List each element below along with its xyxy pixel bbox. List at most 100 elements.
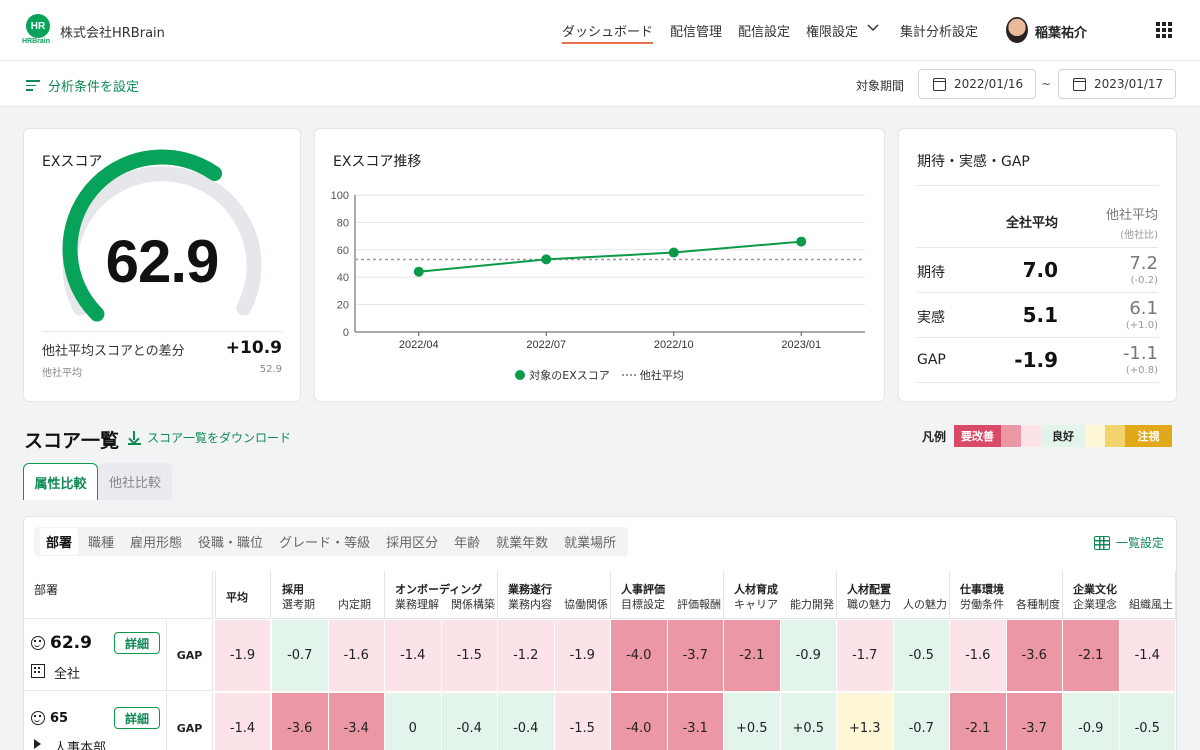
row-hr-division: 65 詳細 人事本部	[24, 693, 167, 750]
col-header-category: 人材配置 職の魅力 人の魅力	[837, 571, 950, 619]
score-cell: -0.5	[893, 620, 950, 691]
sub-category-name: 関係構築	[451, 598, 495, 611]
sub-category-name: 内定期	[338, 598, 371, 611]
building-icon	[31, 664, 45, 678]
other-diff: (-0.2)	[1130, 275, 1158, 286]
attr-tab-job-type[interactable]: 職種	[82, 528, 120, 555]
gap-card-title: 期待・実感・GAP	[917, 154, 1030, 170]
legend-swatch-light-yellow	[1085, 425, 1106, 447]
attr-tab-department[interactable]: 部署	[40, 528, 79, 555]
series-point	[413, 266, 424, 277]
other-diff: (+1.0)	[1125, 320, 1158, 331]
row-company-wide: 62.9 詳細 全社	[24, 620, 167, 691]
top-nav: HR HRBrain 株式会社HRBrain ダッシュボード 配信管理 配信設定…	[0, 0, 1200, 61]
company-name: 株式会社HRBrain	[60, 26, 165, 41]
score-cell: -3.7	[1006, 693, 1063, 750]
end-date: 2023/01/17	[1094, 77, 1164, 91]
app-grid-icon[interactable]	[1156, 22, 1172, 38]
attr-tab-workplace[interactable]: 就業場所	[558, 528, 622, 555]
row-label: 期待	[917, 265, 945, 281]
nav-dashboard[interactable]: ダッシュボード	[562, 21, 654, 44]
score-cell: -0.5	[1119, 693, 1176, 750]
sub-category-name: 組織風土	[1129, 598, 1173, 611]
score-cell-average: -1.4	[215, 693, 271, 750]
series-point	[541, 254, 552, 265]
other-value: 7.2	[1129, 253, 1158, 274]
logo-wordmark: HRBrain	[22, 38, 51, 45]
col-header-category: 採用 選考期 内定期	[272, 571, 385, 619]
col-header-category: 人事評価 目標設定 評価報酬	[611, 571, 724, 619]
company-value: 5.1	[1022, 303, 1058, 327]
sub-category-name: 職の魅力	[847, 598, 891, 611]
score-cell-average: -1.9	[215, 620, 271, 691]
analysis-filter-label: 分析条件を設定	[48, 80, 140, 95]
calendar-icon	[933, 77, 946, 91]
x-tick-label: 2022/04	[399, 339, 439, 351]
nav-aggregation-settings[interactable]: 集計分析設定	[900, 21, 978, 40]
x-tick-label: 2023/01	[781, 339, 821, 351]
download-icon	[128, 430, 141, 445]
sub-category-name: 能力開発	[790, 598, 834, 611]
col-avg-label: 平均	[226, 591, 248, 604]
legend-title: 凡例	[922, 429, 947, 444]
attr-tab-hiring-type[interactable]: 採用区分	[380, 528, 444, 555]
score-cell: -1.6	[950, 620, 1007, 691]
y-tick-label: 40	[337, 272, 349, 284]
attr-tab-position[interactable]: 役職・職位	[192, 528, 269, 555]
ex-score-diff: 他社平均スコアとの差分 +10.9 他社平均 52.9	[42, 331, 282, 379]
series-dot-icon	[515, 370, 526, 380]
attr-tab-tenure[interactable]: 就業年数	[490, 528, 554, 555]
gap-row-gap: GAP -1.9 -1.1 (+0.8)	[917, 338, 1158, 383]
gap-card: 期待・実感・GAP 全社平均 他社平均 (他社比) 期待 7.0 7.2 (-0…	[898, 128, 1177, 402]
download-score-list-link[interactable]: スコア一覧をダウンロード	[128, 429, 291, 446]
gap-table: 全社平均 他社平均 (他社比) 期待 7.0 7.2 (-0.2) 実感 5.1…	[917, 185, 1158, 383]
row-label: 実感	[917, 310, 945, 326]
hrbrain-logo[interactable]: HR HRBrain	[22, 14, 54, 46]
attr-tab-age[interactable]: 年齢	[448, 528, 486, 555]
nav-delivery-management[interactable]: 配信管理	[670, 21, 722, 40]
attr-tab-employment-type[interactable]: 雇用形態	[124, 528, 188, 555]
col-header-category: 業務遂行 業務内容 協働関係	[498, 571, 611, 619]
score-cell: -3.7	[667, 620, 724, 691]
score-cell: -0.7	[893, 693, 950, 750]
y-tick-label: 20	[337, 300, 349, 312]
score-table-card: 部署 職種 雇用形態 役職・職位 グレード・等級 採用区分 年齢 就業年数 就業…	[23, 516, 1177, 750]
category-name: 人材配置	[847, 583, 891, 596]
trend-chart: 0 20 40 60 80 100 2022/04 2022/07 2022/10 2023/01	[331, 190, 865, 351]
tab-other-company-comparison[interactable]: 他社比較	[98, 463, 172, 500]
list-settings-button[interactable]: 一覧設定	[1093, 534, 1164, 551]
sub-category-name: 選考期	[282, 598, 315, 611]
nav-delivery-settings[interactable]: 配信設定	[738, 21, 790, 40]
score-cell: -2.1	[950, 693, 1007, 750]
tab-attribute-comparison[interactable]: 属性比較	[23, 463, 98, 500]
score-cell: -0.4	[498, 693, 555, 750]
score-cell: -1.4	[385, 620, 442, 691]
detail-button[interactable]: 詳細	[114, 707, 160, 729]
sub-category-name: 評価報酬	[677, 598, 721, 611]
start-date: 2022/01/16	[954, 77, 1024, 91]
attr-tab-grade[interactable]: グレード・等級	[273, 528, 376, 555]
score-cell: -0.4	[441, 693, 498, 750]
avatar[interactable]	[1006, 17, 1028, 43]
start-date-picker[interactable]: 2022/01/16	[918, 69, 1036, 99]
legend-swatch-mid-red	[1001, 425, 1022, 447]
score-cell: +0.5	[724, 693, 781, 750]
analysis-filter-button[interactable]: 分析条件を設定	[26, 76, 139, 95]
expand-caret-icon[interactable]	[34, 739, 41, 749]
sub-category-name: 企業理念	[1073, 598, 1117, 611]
col-company-average: 全社平均	[1005, 216, 1058, 231]
chevron-down-icon[interactable]	[866, 21, 880, 35]
score-cell: -1.5	[554, 693, 611, 750]
row-name: 人事本部	[54, 741, 107, 750]
other-average-value: 52.9	[259, 364, 282, 375]
score-cell: -3.1	[667, 693, 724, 750]
user-name[interactable]: 稲葉祐介	[1035, 22, 1087, 41]
series-line	[418, 240, 802, 273]
face-score-icon	[31, 636, 45, 650]
other-average-label: 他社平均	[42, 368, 82, 379]
x-tick-label: 2022/07	[526, 339, 566, 351]
y-tick-label: 0	[343, 327, 349, 339]
end-date-picker[interactable]: 2023/01/17	[1058, 69, 1176, 99]
nav-permission-settings[interactable]: 権限設定	[806, 21, 858, 40]
detail-button[interactable]: 詳細	[114, 632, 160, 654]
